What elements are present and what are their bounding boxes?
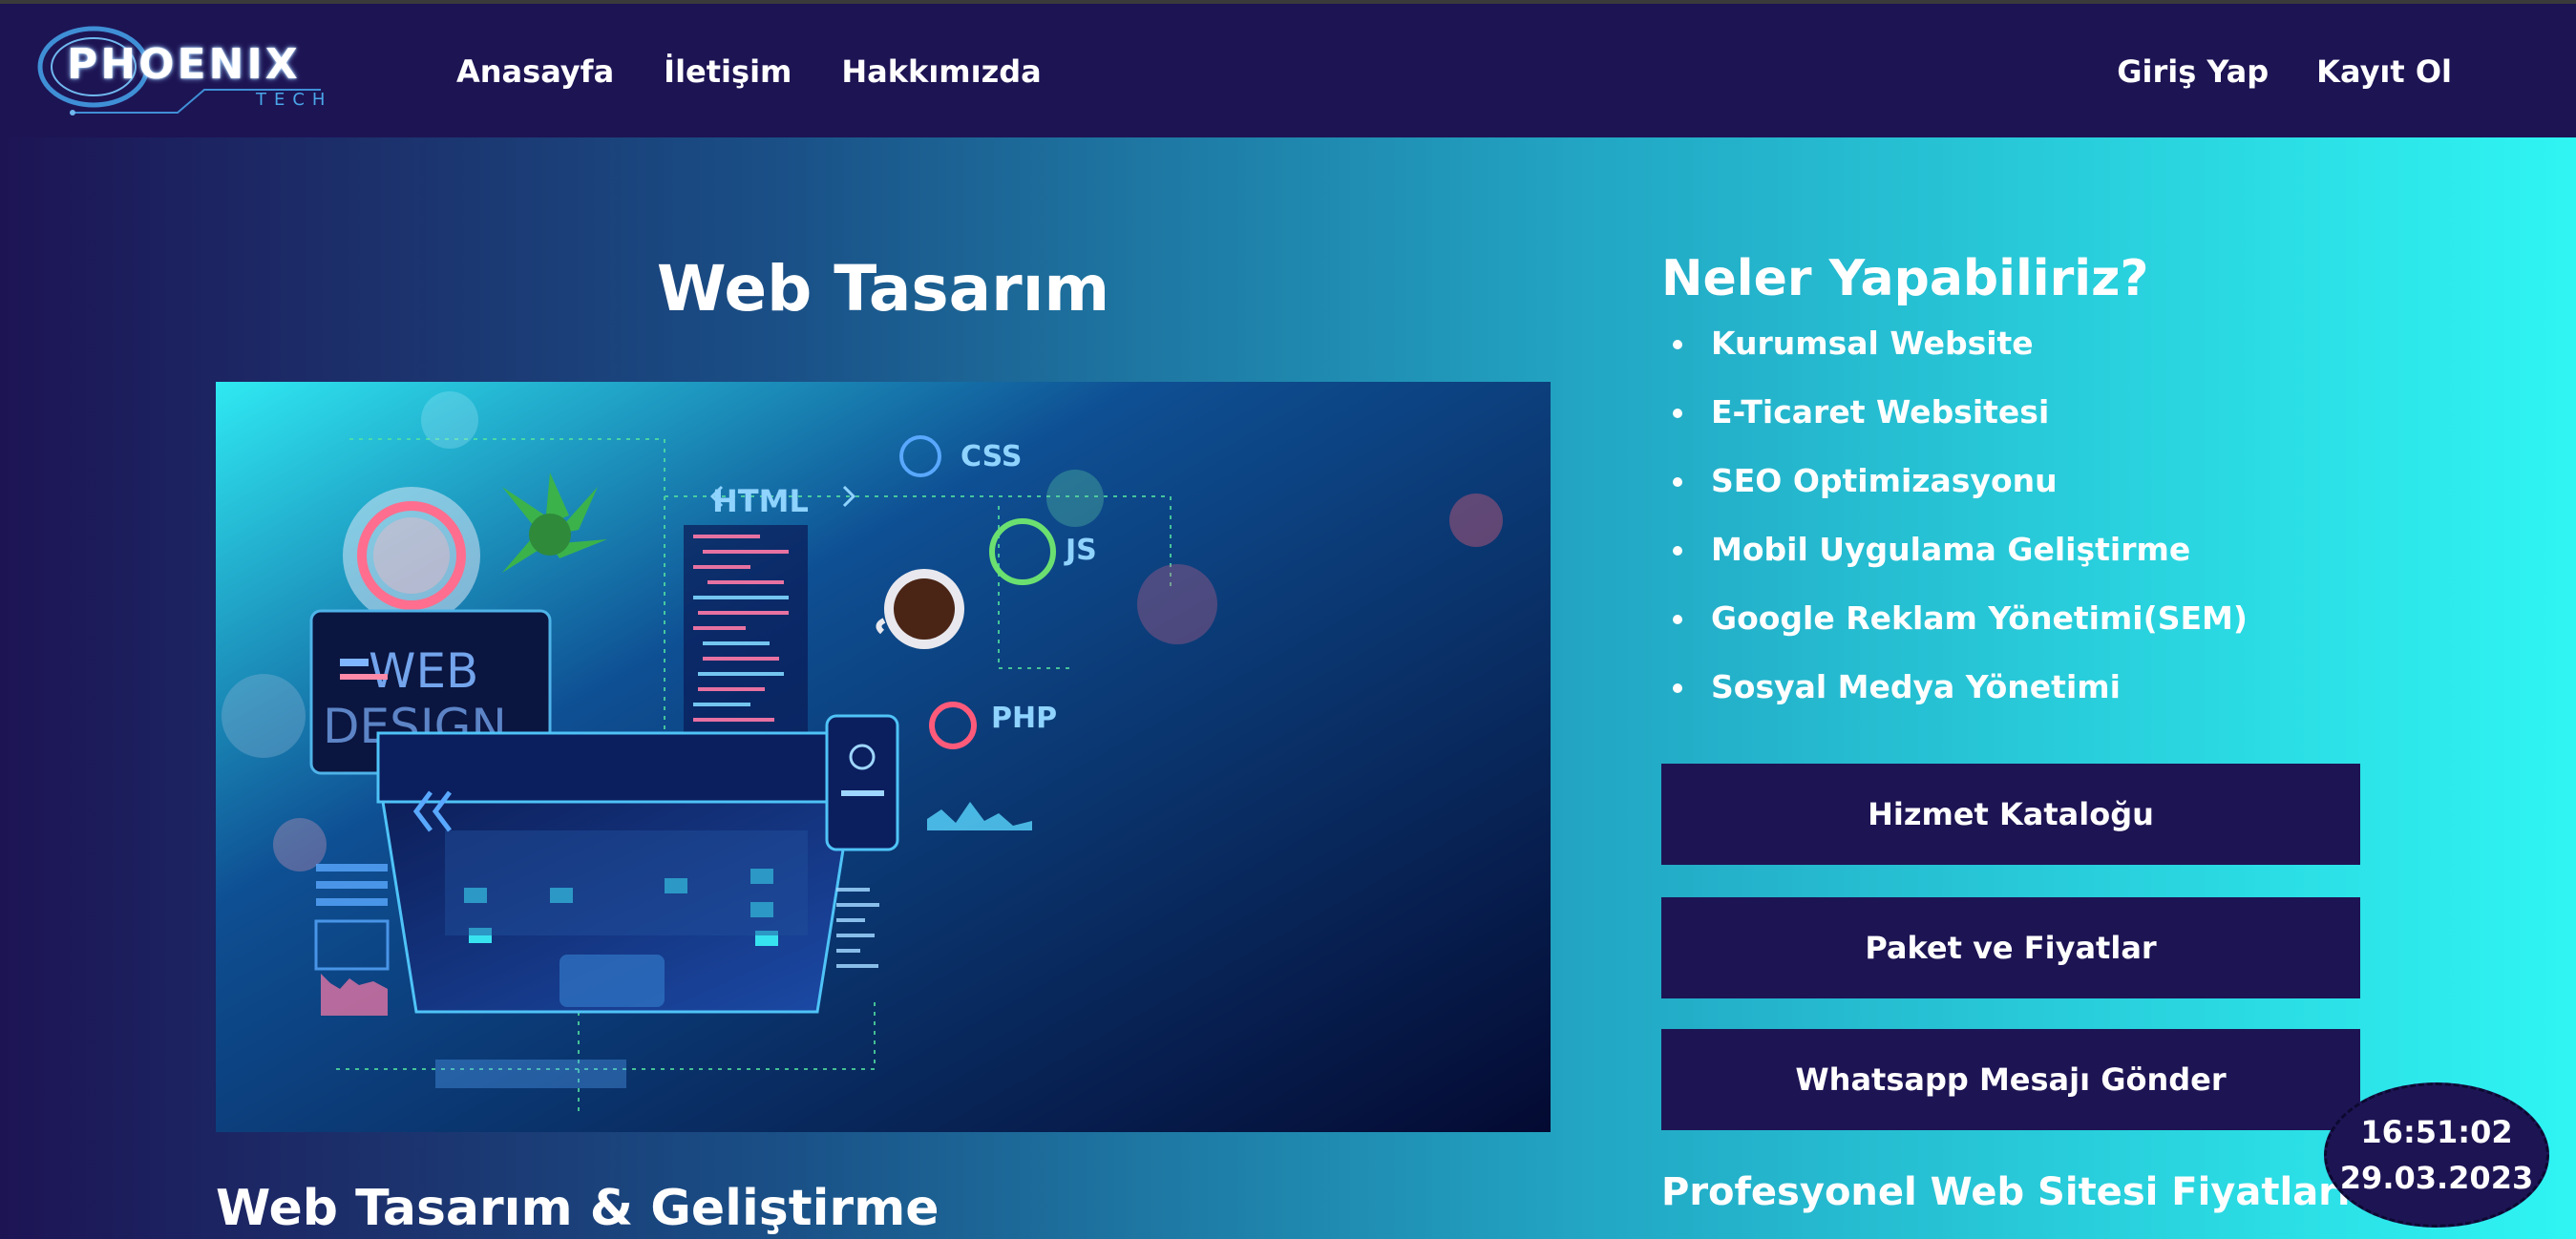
hero-section: Web Tasarım WEB DESIGN HTML CSS JS PHP W… (0, 137, 2576, 1239)
service-item: Mobil Uygulama Geliştirme (1661, 531, 2248, 599)
clock-date: 29.03.2023 (2339, 1160, 2534, 1196)
service-item: Google Reklam Yönetimi(SEM) (1661, 599, 2248, 668)
main-nav: Anasayfa İletişim Hakkımızda (456, 53, 1042, 90)
illustration-label-web: WEB (369, 643, 478, 699)
service-item-label: SEO Optimizasyonu (1711, 462, 2058, 499)
bullet-icon (1673, 340, 1682, 349)
prices-heading: Profesyonel Web Sitesi Fiyatları (1661, 1170, 2351, 1214)
phoenix-tech-logo[interactable]: PHOENIX TECH (34, 21, 340, 120)
service-catalog-button[interactable]: Hizmet Kataloğu (1661, 764, 2360, 865)
auth-nav: Giriş Yap Kayıt Ol (2117, 53, 2452, 90)
web-design-illustration: WEB DESIGN HTML CSS JS PHP (216, 382, 1551, 1132)
web-design-illustration-graphic: WEB DESIGN HTML CSS JS PHP (216, 382, 1551, 1132)
service-item: Kurumsal Website (1661, 325, 2248, 393)
page-title: Web Tasarım (656, 252, 1110, 326)
whatsapp-message-button[interactable]: Whatsapp Mesajı Gönder (1661, 1029, 2360, 1130)
bullet-icon (1673, 546, 1682, 556)
service-item-label: E-Ticaret Websitesi (1711, 393, 2050, 430)
bullet-icon (1673, 615, 1682, 624)
service-item-label: Sosyal Medya Yönetimi (1711, 668, 2121, 705)
service-item-label: Mobil Uygulama Geliştirme (1711, 531, 2191, 568)
bullet-icon (1673, 477, 1682, 487)
services-heading: Neler Yapabiliriz? (1661, 250, 2149, 307)
nav-link-about[interactable]: Hakkımızda (841, 53, 1041, 90)
nav-link-contact[interactable]: İletişim (664, 53, 792, 90)
packages-prices-button[interactable]: Paket ve Fiyatlar (1661, 897, 2360, 998)
service-item: E-Ticaret Websitesi (1661, 393, 2248, 462)
clock-widget: 16:51:02 29.03.2023 (2324, 1082, 2549, 1228)
services-list: Kurumsal Website E-Ticaret Websitesi SEO… (1661, 325, 2248, 737)
service-item-label: Google Reklam Yönetimi(SEM) (1711, 599, 2248, 637)
illustration-label-php: PHP (991, 702, 1057, 735)
top-navbar: PHOENIX TECH Anasayfa İletişim Hakkımızd… (0, 4, 2576, 137)
nav-link-home[interactable]: Anasayfa (456, 53, 614, 90)
section-subtitle: Web Tasarım & Geliştirme (216, 1180, 940, 1237)
illustration-label-css: CSS (961, 440, 1022, 473)
logo-word: PHOENIX (67, 40, 301, 89)
service-item: SEO Optimizasyonu (1661, 462, 2248, 531)
service-item: Sosyal Medya Yönetimi (1661, 668, 2248, 737)
bullet-icon (1673, 409, 1682, 418)
login-link[interactable]: Giriş Yap (2117, 53, 2269, 90)
service-item-label: Kurumsal Website (1711, 325, 2034, 362)
illustration-label-html: HTML (712, 483, 809, 519)
logo-sub: TECH (256, 90, 333, 110)
clock-time: 16:51:02 (2360, 1114, 2513, 1150)
register-link[interactable]: Kayıt Ol (2316, 53, 2452, 90)
illustration-label-js: JS (1064, 534, 1097, 567)
bullet-icon (1673, 683, 1682, 693)
